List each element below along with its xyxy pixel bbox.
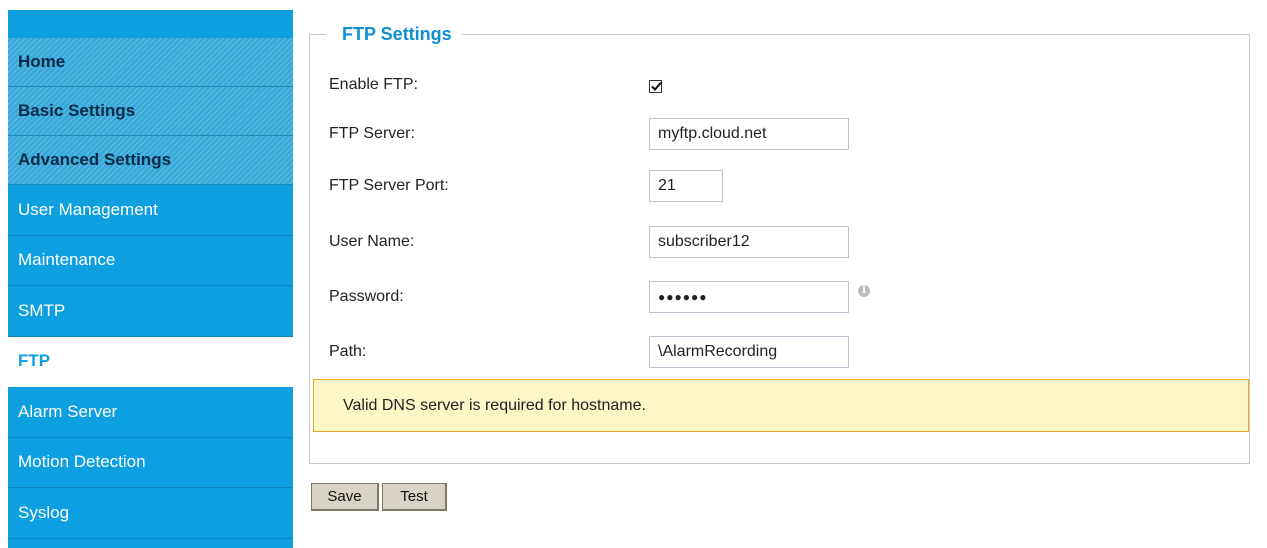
sidebar-item-ftp[interactable]: FTP (8, 336, 293, 387)
sidebar-item-label: Basic Settings (18, 101, 136, 120)
path-input[interactable]: \AlarmRecording (649, 336, 849, 368)
ftp-server-row: FTP Server: myftp.cloud.net (329, 116, 849, 152)
password-label: Password: (329, 288, 404, 305)
sidebar-item-label: Maintenance (18, 250, 116, 270)
password-input[interactable]: ●●●●●● (649, 281, 849, 313)
sidebar-item-alarm-server[interactable]: Alarm Server (8, 387, 293, 438)
sidebar-item-motion-detection[interactable]: Motion Detection (8, 438, 293, 488)
sidebar-nav: Home Basic Settings Advanced Settings Us… (8, 10, 293, 548)
sidebar-item-label: SMTP (18, 300, 66, 320)
ftp-port-row: FTP Server Port: 21 (329, 168, 723, 204)
ftp-port-input[interactable]: 21 (649, 170, 723, 202)
notice-text: Valid DNS server is required for hostnam… (343, 396, 646, 414)
ftp-server-input[interactable]: myftp.cloud.net (649, 118, 849, 150)
path-row: Path: \AlarmRecording (329, 334, 849, 370)
sidebar-top-strip (8, 10, 293, 38)
sidebar-item-advanced-settings[interactable]: Advanced Settings (8, 136, 293, 185)
save-button[interactable]: Save (311, 483, 379, 511)
path-label: Path: (329, 343, 367, 360)
username-row: User Name: subscriber12 (329, 224, 849, 260)
sidebar-item-home[interactable]: Home (8, 38, 293, 87)
sidebar-item-syslog[interactable]: Syslog (8, 488, 293, 539)
sidebar-item-label: Alarm Server (18, 401, 118, 421)
enable-ftp-label: Enable FTP: (329, 76, 418, 93)
sidebar-item-basic-settings[interactable]: Basic Settings (8, 87, 293, 136)
enable-ftp-checkbox[interactable] (649, 79, 662, 93)
sidebar-item-label: User Management (18, 199, 158, 219)
ftp-settings-legend: FTP Settings (326, 23, 462, 45)
sidebar-item-label: Motion Detection (18, 452, 146, 472)
sidebar-item-smtp[interactable]: SMTP (8, 286, 293, 337)
info-icon[interactable]: i (858, 285, 870, 297)
ftp-server-label: FTP Server: (329, 125, 415, 142)
sidebar-item-label: Syslog (18, 502, 70, 522)
sidebar-item-maintenance[interactable]: Maintenance (8, 236, 293, 286)
sidebar-item-user-management[interactable]: User Management (8, 185, 293, 236)
enable-ftp-row: Enable FTP: (329, 67, 662, 103)
ftp-port-label: FTP Server Port: (329, 177, 449, 194)
username-input[interactable]: subscriber12 (649, 226, 849, 258)
dns-warning-notice: Valid DNS server is required for hostnam… (313, 379, 1249, 432)
checkmark-icon (651, 81, 662, 91)
password-row: Password: ●●●●●● (329, 279, 849, 315)
sidebar-item-label: Home (18, 52, 66, 71)
test-button[interactable]: Test (382, 483, 447, 511)
username-label: User Name: (329, 233, 415, 250)
sidebar-item-label: FTP (18, 351, 51, 371)
sidebar-item-label: Advanced Settings (18, 150, 172, 169)
